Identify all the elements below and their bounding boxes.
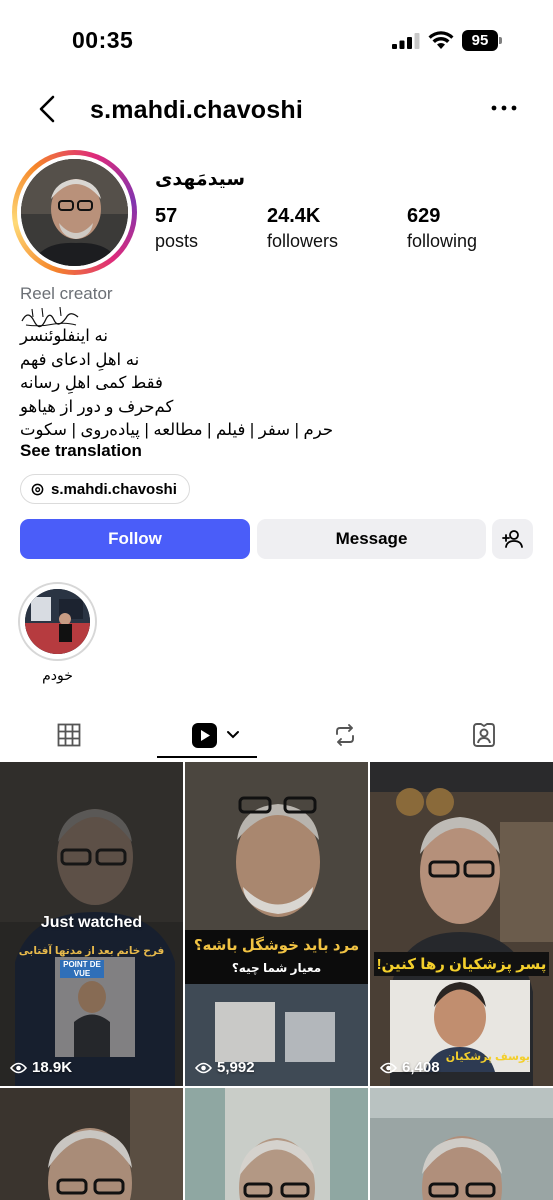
threads-handle: s.mahdi.chavoshi (51, 480, 177, 498)
posts-count: 57 (155, 205, 178, 227)
status-time: 00:35 (72, 27, 134, 53)
reel-thumbnail-image (370, 762, 553, 1086)
just-watched-label: Just watched (40, 914, 143, 931)
follow-button[interactable]: Follow (20, 519, 250, 559)
views-eye-icon (10, 1062, 27, 1073)
reel-thumbnail[interactable] (370, 1088, 553, 1200)
grid-icon (57, 723, 81, 747)
reel-thumbnail-image (0, 1088, 183, 1200)
view-count-value: 6,408 (402, 1059, 440, 1076)
bio: نه اینفلوئنسر نه اهلِ ادعای فهم فقط کمی … (20, 325, 440, 443)
threads-link-chip[interactable]: s.mahdi.chavoshi (20, 474, 190, 504)
avatar-photo (21, 159, 128, 266)
username-title: s.mahdi.chavoshi (90, 96, 303, 124)
reel-thumbnail[interactable] (0, 1088, 183, 1200)
following-count: 629 (407, 205, 441, 227)
following-label: following (407, 231, 478, 251)
highlight-cover (25, 589, 90, 654)
posts-label: posts (155, 231, 199, 251)
bio-line: نه اینفلوئنسر (20, 327, 108, 345)
highlight-label: خودم (42, 667, 73, 683)
views-eye-icon (380, 1062, 397, 1073)
tab-reposts[interactable] (316, 710, 374, 760)
view-count: 18.9K (10, 1059, 72, 1076)
reel-thumbnail-image (185, 1088, 368, 1200)
followers-stat[interactable]: 24.4K followers (267, 205, 338, 252)
avatar-border (17, 155, 132, 270)
bio-line: فقط کمی اهلِ رسانه (20, 374, 163, 392)
profile-header: s.mahdi.chavoshi (0, 80, 553, 140)
view-count: 5,992 (195, 1059, 255, 1076)
threads-icon (31, 483, 44, 495)
display-name: سیدمَهدی (155, 169, 246, 190)
chevron-down-icon (226, 731, 239, 739)
tab-reels[interactable] (180, 710, 250, 760)
more-options-icon[interactable] (490, 102, 518, 114)
status-bar: 00:35 95 (0, 0, 553, 80)
bio-line: کم‌حرف و دور از هیاهو (20, 397, 174, 416)
add-user-icon (501, 530, 523, 548)
posts-stat: 57 posts (155, 205, 198, 252)
reel-thumbnail[interactable]: پسر پزشکیان رها کنین! یوسف پزشکیان 6,408 (370, 762, 553, 1086)
reel-thumbnail[interactable] (185, 1088, 368, 1200)
reel-thumbnail-image (185, 762, 368, 1086)
views-eye-icon (195, 1062, 212, 1073)
avatar (21, 159, 128, 266)
reel-thumbnail-image (370, 1088, 553, 1200)
profile-content-tabs (0, 710, 553, 760)
cellular-signal-icon (392, 33, 420, 49)
active-tab-indicator (157, 756, 257, 758)
story-highlight[interactable] (18, 582, 97, 661)
reel-thumbnail[interactable]: Just watched فرح خانم بعد از مدتها آفتاب… (0, 762, 183, 1086)
reposts-icon (336, 724, 354, 746)
reel-caption: مرد باید خوشگل باشه؟ (193, 937, 360, 954)
profile-category: Reel creator (20, 284, 113, 303)
reels-icon (191, 722, 217, 748)
back-arrow-icon[interactable] (34, 94, 62, 124)
view-count-value: 18.9K (32, 1059, 73, 1076)
tagged-icon (473, 723, 495, 747)
message-button[interactable]: Message (257, 519, 486, 559)
battery-level: 95 (462, 30, 498, 51)
followers-count: 24.4K (267, 205, 321, 227)
reel-thumbnail[interactable]: مرد باید خوشگل باشه؟ معیار شما چیه؟ 5,99… (185, 762, 368, 1086)
view-count-value: 5,992 (217, 1059, 255, 1076)
followers-label: followers (267, 231, 339, 251)
tab-tagged[interactable] (455, 710, 513, 760)
view-count: 6,408 (380, 1059, 440, 1076)
bio-line: حرم | سفر | فیلم | مطالعه | پیاده‌روی | … (20, 421, 334, 439)
following-stat[interactable]: 629 following (407, 205, 477, 252)
battery-cap (499, 37, 502, 44)
battery-indicator: 95 (462, 30, 502, 51)
reel-caption: پسر پزشکیان رها کنین! (374, 952, 549, 976)
see-translation-link[interactable]: See translation (20, 441, 142, 461)
highlight-photo (25, 589, 90, 654)
bio-line: نه اهلِ ادعای فهم (20, 350, 140, 369)
suggested-users-button[interactable] (492, 519, 533, 559)
reel-subcaption: معیار شما چیه؟ (231, 961, 322, 975)
tab-posts-grid[interactable] (40, 710, 98, 760)
magazine-title: POINT DE VUE (60, 960, 104, 978)
wifi-icon (428, 31, 454, 49)
story-ring[interactable] (12, 150, 137, 275)
